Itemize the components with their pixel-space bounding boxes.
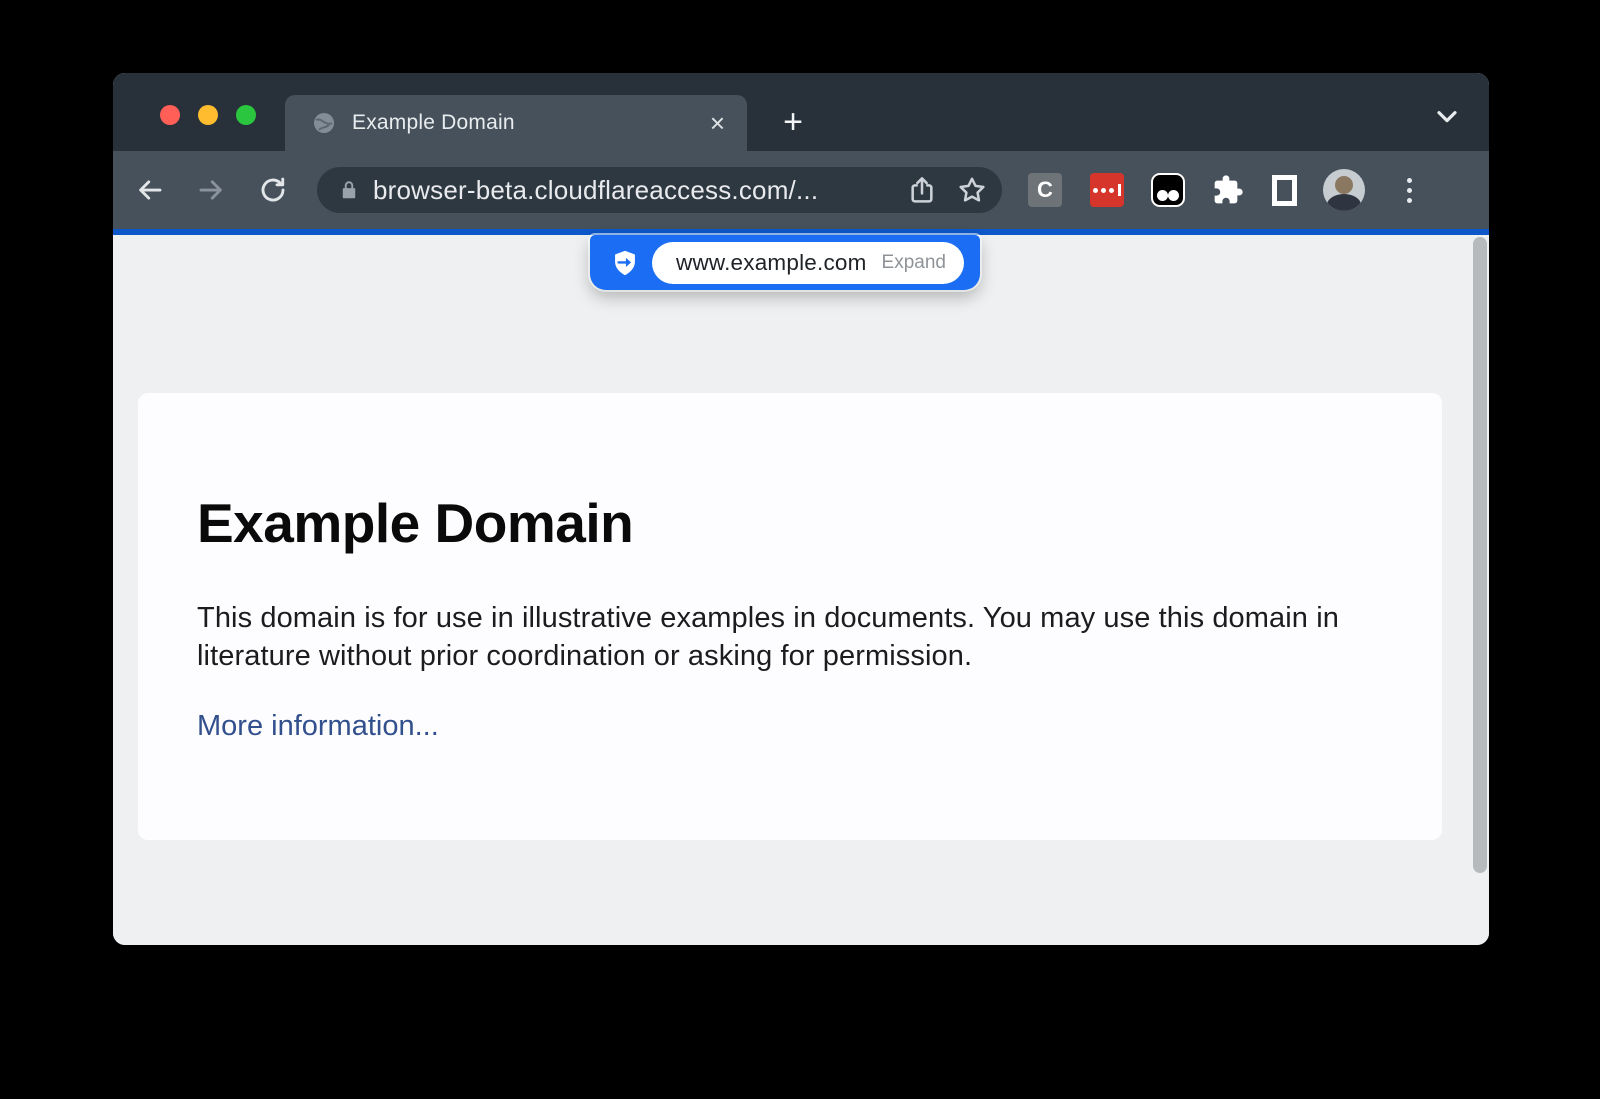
address-bar[interactable]: browser-beta.cloudflareaccess.com/... — [317, 167, 1002, 213]
reload-button[interactable] — [255, 172, 291, 208]
zoom-window-button[interactable] — [236, 105, 256, 125]
page-viewport: www.example.com Expand Example Domain Th… — [113, 235, 1489, 945]
browser-window: Example Domain × + brows — [113, 73, 1489, 945]
url-text[interactable]: browser-beta.cloudflareaccess.com/... — [373, 175, 906, 206]
lastpass-extension-icon[interactable] — [1090, 173, 1124, 207]
tab-example-domain[interactable]: Example Domain × — [285, 95, 747, 151]
page-title: Example Domain — [197, 491, 1382, 555]
bookmark-star-icon[interactable] — [956, 174, 988, 206]
tab-search-chevron-icon[interactable] — [1431, 100, 1463, 132]
globe-favicon-icon — [312, 111, 336, 135]
lock-icon — [338, 179, 360, 201]
isolated-hostname: www.example.com — [676, 250, 867, 276]
c-extension-icon[interactable]: C — [1028, 173, 1062, 207]
toolbar: browser-beta.cloudflareaccess.com/... C — [113, 151, 1489, 229]
page-paragraph: This domain is for use in illustrative e… — [197, 599, 1347, 676]
extensions-puzzle-icon[interactable] — [1211, 173, 1245, 207]
profile-avatar[interactable] — [1323, 169, 1365, 211]
isolation-shield-icon — [611, 249, 639, 277]
expand-button[interactable]: Expand — [882, 252, 946, 274]
reload-icon — [258, 175, 288, 205]
minimize-window-button[interactable] — [198, 105, 218, 125]
new-tab-button[interactable]: + — [773, 102, 813, 142]
scrollbar-thumb[interactable] — [1473, 237, 1487, 873]
tab-title: Example Domain — [352, 111, 710, 135]
back-button[interactable] — [132, 172, 168, 208]
avatar-body — [1327, 194, 1361, 211]
more-information-link[interactable]: More information... — [197, 710, 439, 743]
close-window-button[interactable] — [160, 105, 180, 125]
browser-menu-button[interactable] — [1392, 173, 1426, 207]
back-arrow-icon — [135, 175, 165, 205]
content-card: Example Domain This domain is for use in… — [138, 393, 1442, 840]
share-icon[interactable] — [906, 174, 938, 206]
isolation-banner[interactable]: www.example.com Expand — [590, 235, 980, 290]
c-extension-label: C — [1037, 177, 1053, 203]
tab-close-icon[interactable]: × — [710, 110, 725, 136]
frame-extension-icon[interactable] — [1272, 175, 1297, 206]
traffic-lights — [160, 105, 256, 125]
forward-button[interactable] — [193, 172, 229, 208]
avatar-head — [1335, 176, 1353, 194]
tab-strip: Example Domain × + — [113, 73, 1489, 151]
isolation-hostname-pill[interactable]: www.example.com Expand — [652, 242, 964, 284]
forward-arrow-icon — [196, 175, 226, 205]
goggles-extension-icon[interactable] — [1151, 173, 1185, 207]
